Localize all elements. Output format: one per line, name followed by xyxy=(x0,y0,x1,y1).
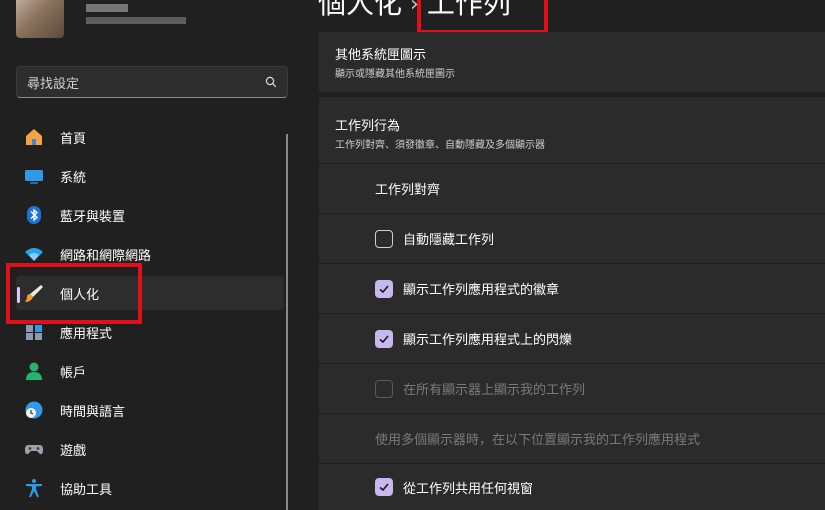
sidebar-item-label: 帳戶 xyxy=(60,365,87,381)
autohide-taskbar-row[interactable]: 自動隱藏工作列 xyxy=(319,214,825,263)
checkmark-icon xyxy=(379,483,389,492)
home-icon xyxy=(24,127,44,147)
row-label: 使用多個顯示器時，在以下位置顯示我的工作列應用程式 xyxy=(375,433,701,448)
show-badges-row[interactable]: 顯示工作列應用程式的徽章 xyxy=(319,264,825,313)
user-name-redacted xyxy=(86,4,128,12)
sidebar-item-accessibility[interactable]: 協助工具 xyxy=(16,471,284,505)
highlight-box-personalization xyxy=(6,263,142,324)
row-label: 工作列對齊 xyxy=(375,183,441,198)
all-displays-row: 在所有顯示器上顯示我的工作列 xyxy=(319,364,825,413)
bluetooth-icon xyxy=(24,205,44,225)
row-label: 在所有顯示器上顯示我的工作列 xyxy=(403,383,586,398)
card-title: 其他系統匣圖示 xyxy=(335,48,427,63)
settings-search-input[interactable]: 尋找設定 xyxy=(16,66,288,98)
show-flashing-row[interactable]: 顯示工作列應用程式上的閃爍 xyxy=(319,314,825,363)
sidebar-item-label: 應用程式 xyxy=(60,326,113,342)
breadcrumb-parent[interactable]: 個人化 xyxy=(318,0,402,20)
checkmark-icon xyxy=(379,334,389,343)
sidebar-item-home[interactable]: 首頁 xyxy=(16,120,284,154)
sidebar-item-accounts[interactable]: 帳戶 xyxy=(16,354,284,388)
sidebar-item-label: 時間與語言 xyxy=(60,404,126,420)
all-displays-checkbox xyxy=(375,379,393,398)
card-subtitle: 顯示或隱藏其他系統匣圖示 xyxy=(335,69,455,80)
taskbar-behaviors-card[interactable]: 工作列行為 工作列對齊、須發徽章、自動隱藏及多個顯示器 xyxy=(319,97,825,163)
multi-display-row: 使用多個顯示器時，在以下位置顯示我的工作列應用程式 xyxy=(319,414,825,463)
badges-checkbox[interactable] xyxy=(375,279,393,298)
sidebar-item-label: 協助工具 xyxy=(60,482,113,498)
row-label: 顯示工作列應用程式上的閃爍 xyxy=(403,333,573,348)
flashing-checkbox[interactable] xyxy=(375,329,393,348)
monitor-icon xyxy=(24,166,44,186)
taskbar-alignment-row[interactable]: 工作列對齊 xyxy=(319,164,825,213)
sidebar-item-label: 藍牙與裝置 xyxy=(60,209,126,225)
apps-icon xyxy=(24,322,44,342)
sidebar-item-system[interactable]: 系統 xyxy=(16,159,284,193)
row-label: 顯示工作列應用程式的徽章 xyxy=(403,283,560,298)
share-window-checkbox[interactable] xyxy=(375,478,393,496)
sidebar-item-time-language[interactable]: 時間與語言 xyxy=(16,393,284,427)
other-tray-icons-card[interactable]: 其他系統匣圖示 顯示或隱藏其他系統匣圖示 xyxy=(319,32,825,92)
accessibility-icon xyxy=(24,478,44,498)
wifi-icon xyxy=(24,244,44,264)
sidebar-item-bluetooth[interactable]: 藍牙與裝置 xyxy=(16,198,284,232)
gamepad-icon xyxy=(24,439,44,459)
globe-clock-icon xyxy=(24,400,44,420)
search-placeholder: 尋找設定 xyxy=(27,76,80,92)
row-label: 從工作列共用任何視窗 xyxy=(403,481,534,497)
user-avatar xyxy=(16,0,64,38)
sidebar-item-gaming[interactable]: 遊戲 xyxy=(16,432,284,466)
highlight-box-taskbar-title xyxy=(417,0,548,34)
sidebar-item-label: 遊戲 xyxy=(60,443,87,459)
card-title: 工作列行為 xyxy=(335,119,401,134)
card-subtitle: 工作列對齊、須發徽章、自動隱藏及多個顯示器 xyxy=(335,140,545,151)
search-icon xyxy=(265,76,277,88)
row-label: 自動隱藏工作列 xyxy=(403,233,495,248)
sidebar-item-label: 首頁 xyxy=(60,131,87,147)
autohide-checkbox[interactable] xyxy=(375,229,393,248)
user-email-redacted xyxy=(86,17,186,24)
account-icon xyxy=(24,361,44,381)
checkmark-icon xyxy=(379,284,389,293)
sidebar-item-label: 網路和網際網路 xyxy=(60,248,152,264)
share-window-row[interactable]: 從工作列共用任何視窗 xyxy=(319,464,825,510)
sidebar-item-label: 系統 xyxy=(60,170,87,186)
sidebar-scrollbar[interactable] xyxy=(286,134,288,510)
